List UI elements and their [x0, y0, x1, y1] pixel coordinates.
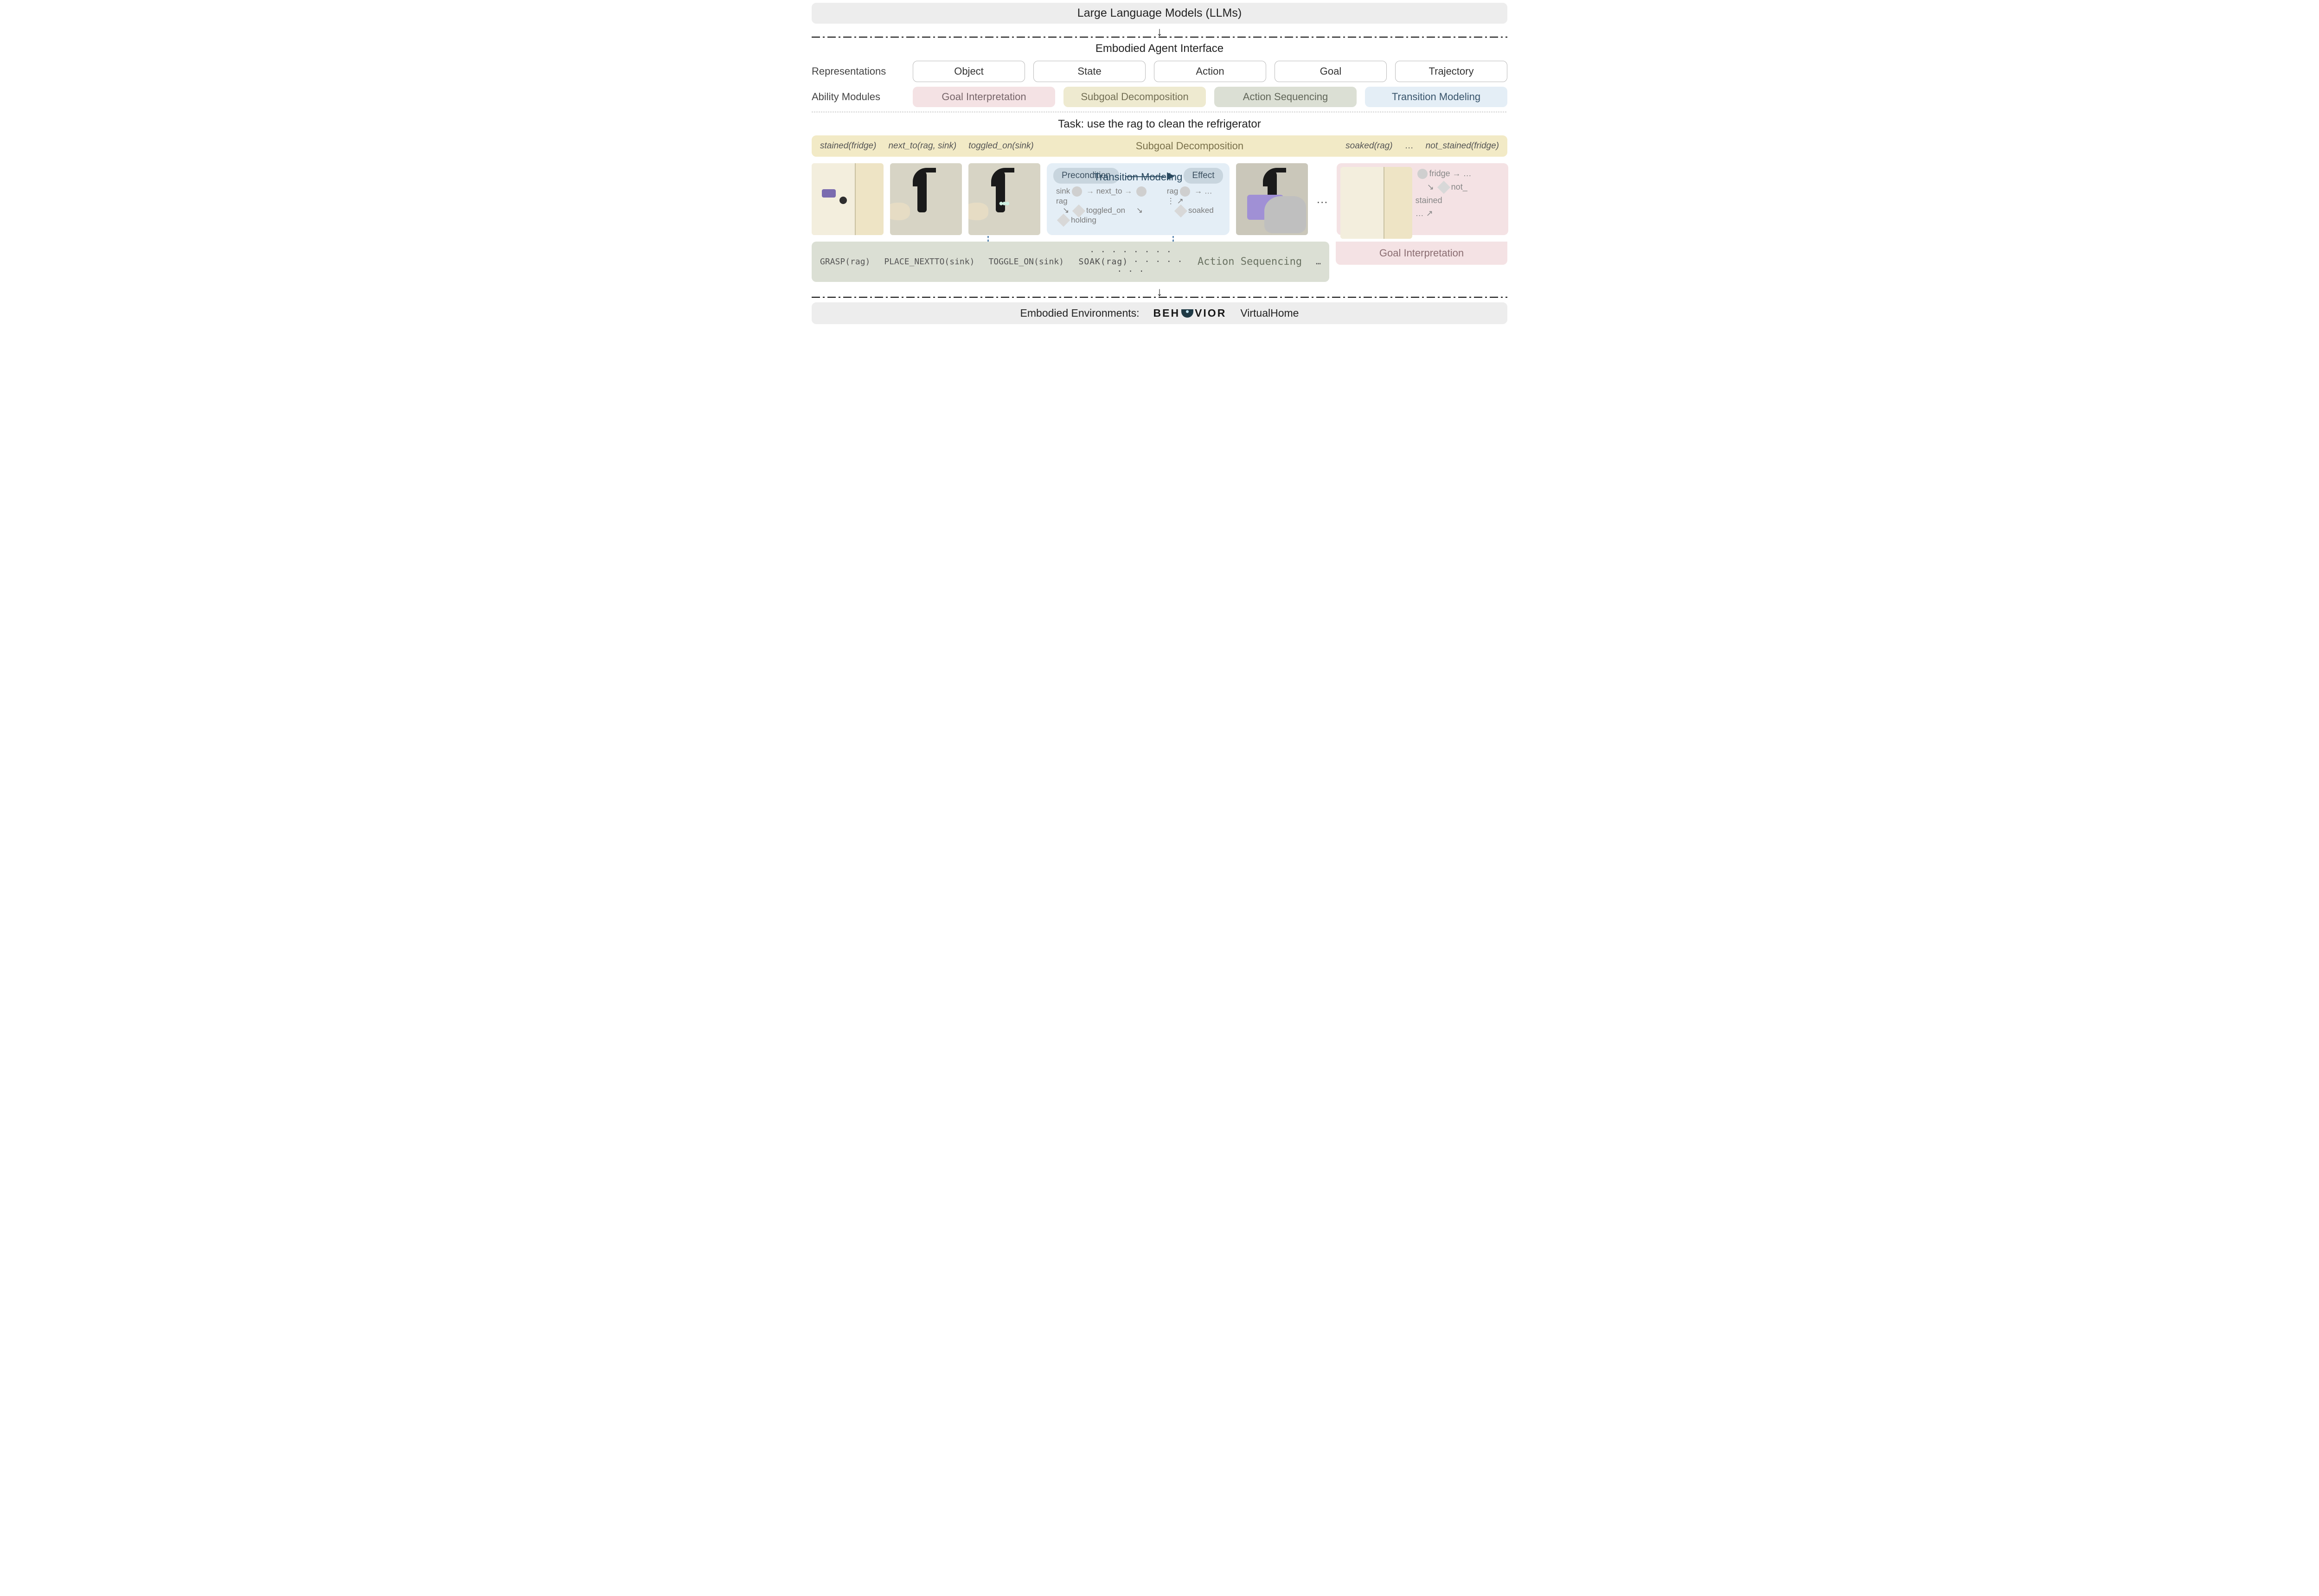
goal-panel: fridge → … ↘ not_ stained … ↗ — [1337, 163, 1508, 235]
arrow-down-icon-2: ↓ — [812, 287, 1507, 297]
representations-row: Representations Object State Action Goal… — [812, 61, 1507, 82]
subgoal-left-1: next_to(rag, sink) — [888, 141, 956, 151]
rep-goal: Goal — [1275, 61, 1387, 82]
rep-action: Action — [1154, 61, 1266, 82]
action-toggle: TOGGLE_ON(sink) — [988, 257, 1064, 267]
environments-prefix: Embodied Environments: — [1020, 307, 1140, 319]
transition-panel: Precondition ―――► Effect Transition Mode… — [1047, 163, 1230, 235]
arrow-down-icon: ↓ — [812, 26, 1507, 37]
ability-goal-interpretation: Goal Interpretation — [913, 87, 1055, 107]
node-rag-effect: rag — [1167, 187, 1179, 196]
ability-subgoal-decomposition: Subgoal Decomposition — [1063, 87, 1206, 107]
pred-soaked: soaked — [1188, 206, 1214, 215]
ability-transition-modeling: Transition Modeling — [1365, 87, 1507, 107]
thumb-fridge-clean — [1340, 167, 1412, 239]
effect-badge: Effect — [1184, 168, 1223, 184]
node-rag: rag — [1056, 197, 1068, 205]
rep-state: State — [1033, 61, 1146, 82]
pred-holding: holding — [1071, 216, 1096, 224]
action-bar: GRASP(rag) PLACE_NEXTTO(sink) TOGGLE_ON(… — [812, 242, 1329, 282]
node-sink: sink — [1056, 187, 1070, 196]
subgoal-right-2: not_stained(fridge) — [1426, 141, 1499, 151]
dots-vert: ⋮ — [1167, 197, 1175, 205]
thumb-hand-rag — [1236, 163, 1308, 235]
abilities-row: Ability Modules Goal Interpretation Subg… — [812, 87, 1507, 107]
edge-nextto: next_to — [1096, 187, 1122, 196]
representations-label: Representations — [812, 65, 904, 77]
thumb-fridge-stained — [812, 163, 884, 235]
goal-dots: … — [1463, 169, 1472, 178]
ability-action-sequencing: Action Sequencing — [1214, 87, 1357, 107]
top-llm-banner: Large Language Models (LLMs) — [812, 3, 1507, 24]
subgoal-bar: stained(fridge) next_to(rag, sink) toggl… — [812, 135, 1507, 157]
middle-visual-row: ●●● Precondition ―――► Effect Transition … — [812, 163, 1507, 235]
goal-interpretation-caption: Goal Interpretation — [1336, 242, 1507, 265]
goal-node-fridge: fridge — [1429, 169, 1450, 178]
behavior-logo: BEHVIOR — [1153, 307, 1227, 319]
action-dots: … — [1316, 257, 1321, 267]
subgoal-right-0: soaked(rag) — [1345, 141, 1392, 151]
action-seq-label: Action Sequencing — [1198, 256, 1302, 268]
abilities-label: Ability Modules — [812, 91, 904, 103]
goal-dots-2: … — [1416, 209, 1424, 218]
bottom-environments-banner: Embodied Environments: BEHVIOR VirtualHo… — [812, 302, 1507, 324]
rep-trajectory: Trajectory — [1395, 61, 1507, 82]
rep-object: Object — [913, 61, 1025, 82]
thumb-sink-toggled: ●●● — [968, 163, 1040, 235]
virtualhome-label: VirtualHome — [1240, 307, 1299, 319]
interface-title: Embodied Agent Interface — [812, 42, 1507, 55]
precondition-graph: sink → next_to → rag ↘ toggled_on ↘ hold… — [1056, 186, 1153, 225]
dotted-guide — [987, 236, 1174, 242]
effect-graph: rag → … ⋮ ↗ soaked — [1167, 186, 1220, 225]
action-place: PLACE_NEXTTO(sink) — [884, 257, 974, 267]
ellipsis-1: … — [1314, 192, 1330, 206]
thumb-rag-sink — [890, 163, 962, 235]
task-title: Task: use the rag to clean the refrigera… — [812, 118, 1507, 131]
subgoal-dots: … — [1405, 141, 1414, 151]
pred-toggled-on: toggled_on — [1086, 206, 1125, 215]
subgoal-left-0: stained(fridge) — [820, 141, 876, 151]
eye-icon — [1181, 309, 1193, 318]
subgoal-left-2: toggled_on(sink) — [968, 141, 1033, 151]
subgoal-label: Subgoal Decomposition — [1046, 140, 1333, 152]
action-soak: SOAK(rag) — [1079, 257, 1128, 267]
action-grasp: GRASP(rag) — [820, 257, 870, 267]
